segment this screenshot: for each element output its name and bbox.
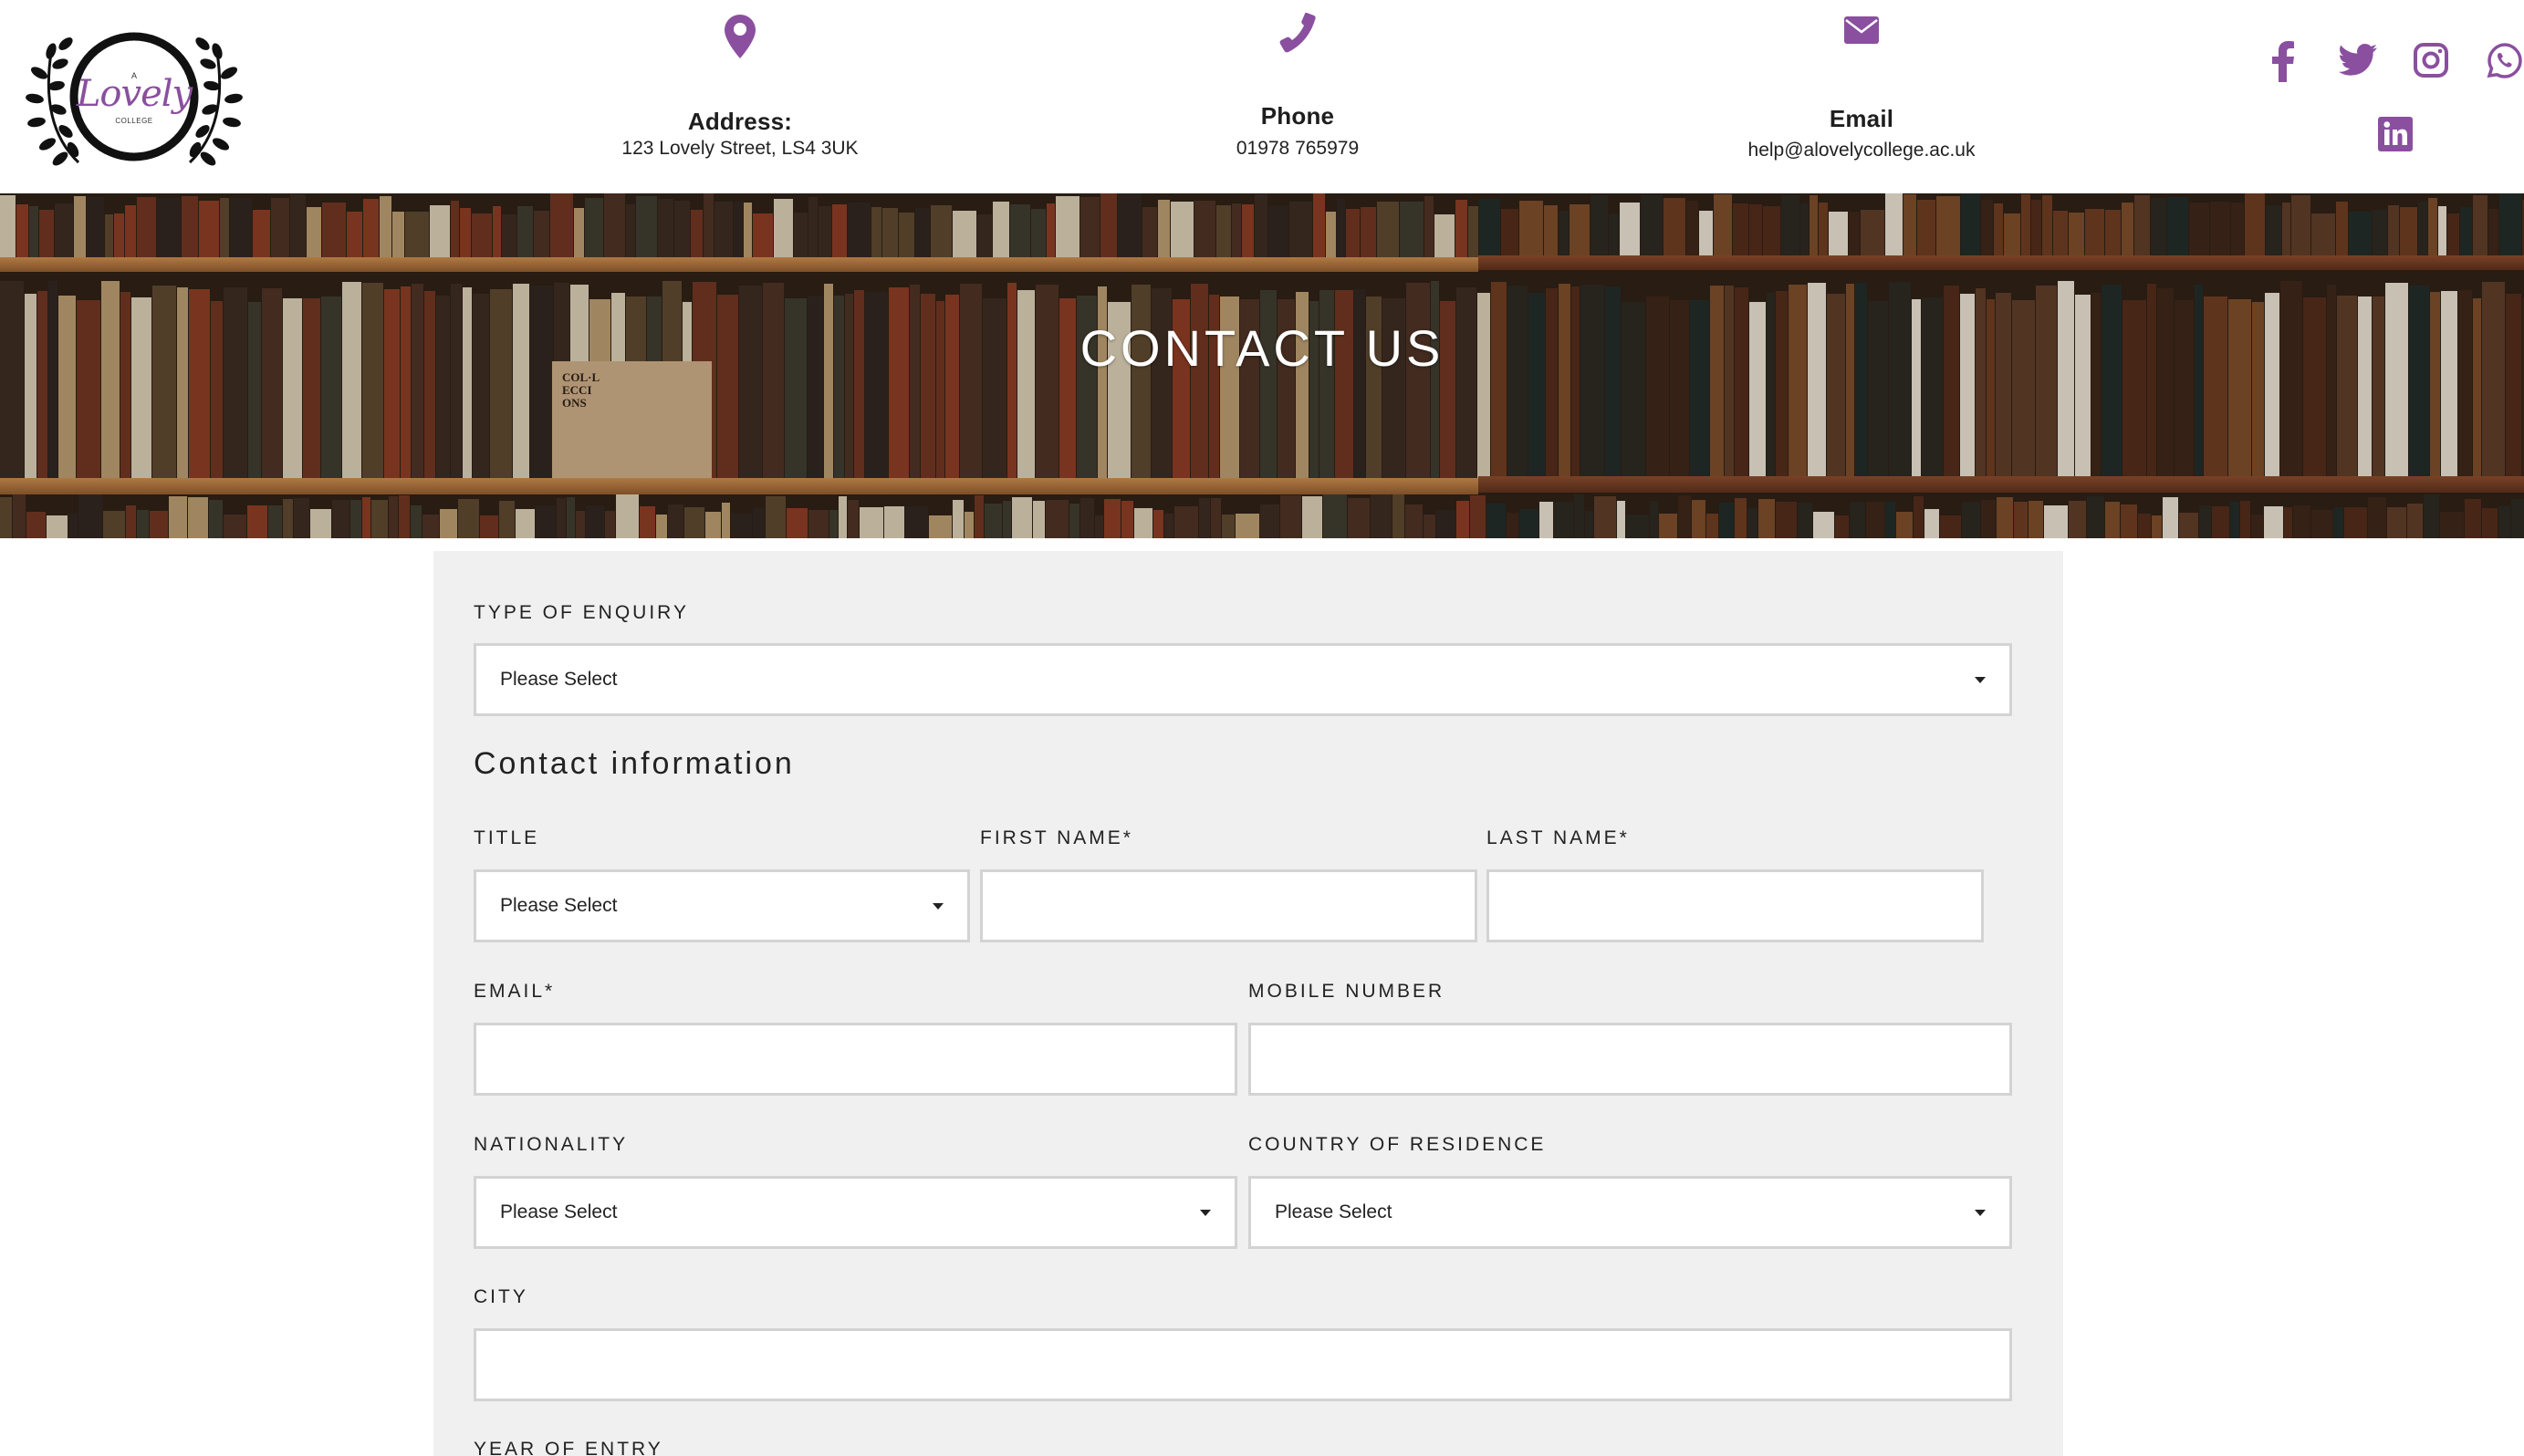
enquiry-type-value: Please Select: [500, 669, 618, 690]
first-name-input[interactable]: [980, 869, 1477, 942]
nationality-label: NATIONALITY: [474, 1134, 629, 1155]
chevron-down-icon: [933, 903, 944, 910]
address-title: Address:: [687, 108, 793, 135]
title-select[interactable]: Please Select: [474, 869, 970, 942]
logo-wordmark: Lovely: [76, 73, 193, 115]
phone-icon[interactable]: [1279, 13, 1316, 57]
enquiry-type-label: TYPE OF ENQUIRY: [474, 602, 689, 623]
envelope-icon[interactable]: [1844, 16, 1879, 48]
email-input[interactable]: [474, 1023, 1237, 1096]
nationality-value: Please Select: [500, 1201, 618, 1222]
contact-information-heading: Contact information: [474, 746, 795, 781]
nationality-select[interactable]: Please Select: [474, 1176, 1237, 1249]
hero-banner: COL·L ECCI ONS CONTACT US: [0, 193, 2524, 538]
phone-value[interactable]: 01978 765979: [1042, 138, 1553, 160]
chevron-down-icon: [1200, 1210, 1211, 1216]
logo-suffix: COLLEGE: [115, 117, 153, 125]
country-of-residence-select[interactable]: Please Select: [1248, 1176, 2012, 1249]
first-name-label: FIRST NAME*: [980, 827, 1133, 848]
chevron-down-icon: [1975, 677, 1986, 683]
year-of-entry-label: YEAR OF ENTRY: [474, 1439, 663, 1456]
page-title: CONTACT US: [1079, 319, 1445, 377]
mobile-number-label: MOBILE NUMBER: [1248, 981, 1445, 1002]
site-header: A Lovely COLLEGE Address: 123 Lovely Str…: [0, 0, 2524, 193]
facebook-icon[interactable]: [2271, 40, 2295, 82]
college-logo[interactable]: A Lovely COLLEGE: [24, 26, 245, 172]
last-name-input[interactable]: [1486, 869, 1984, 942]
email-title: Email: [1829, 105, 1894, 132]
country-of-residence-label: COUNTRY OF RESIDENCE: [1248, 1134, 1547, 1155]
email-label: EMAIL*: [474, 981, 556, 1002]
city-input[interactable]: [474, 1328, 2012, 1401]
chevron-down-icon: [1975, 1210, 1986, 1216]
email-value[interactable]: help@alovelycollege.ac.uk: [1606, 140, 2117, 161]
linkedin-icon[interactable]: [2378, 117, 2413, 151]
phone-title: Phone: [1260, 102, 1335, 130]
title-label: TITLE: [474, 827, 540, 848]
title-value: Please Select: [500, 895, 618, 916]
whatsapp-icon[interactable]: [2486, 42, 2524, 78]
mobile-number-input[interactable]: [1248, 1023, 2012, 1096]
twitter-icon[interactable]: [2339, 44, 2377, 77]
map-marker-icon: [725, 15, 756, 63]
last-name-label: LAST NAME*: [1486, 827, 1630, 848]
address-value: 123 Lovely Street, LS4 3UK: [621, 138, 859, 159]
country-of-residence-value: Please Select: [1275, 1201, 1392, 1222]
city-label: CITY: [474, 1286, 528, 1307]
enquiry-type-select[interactable]: Please Select: [474, 643, 2012, 716]
instagram-icon[interactable]: [2414, 43, 2448, 78]
